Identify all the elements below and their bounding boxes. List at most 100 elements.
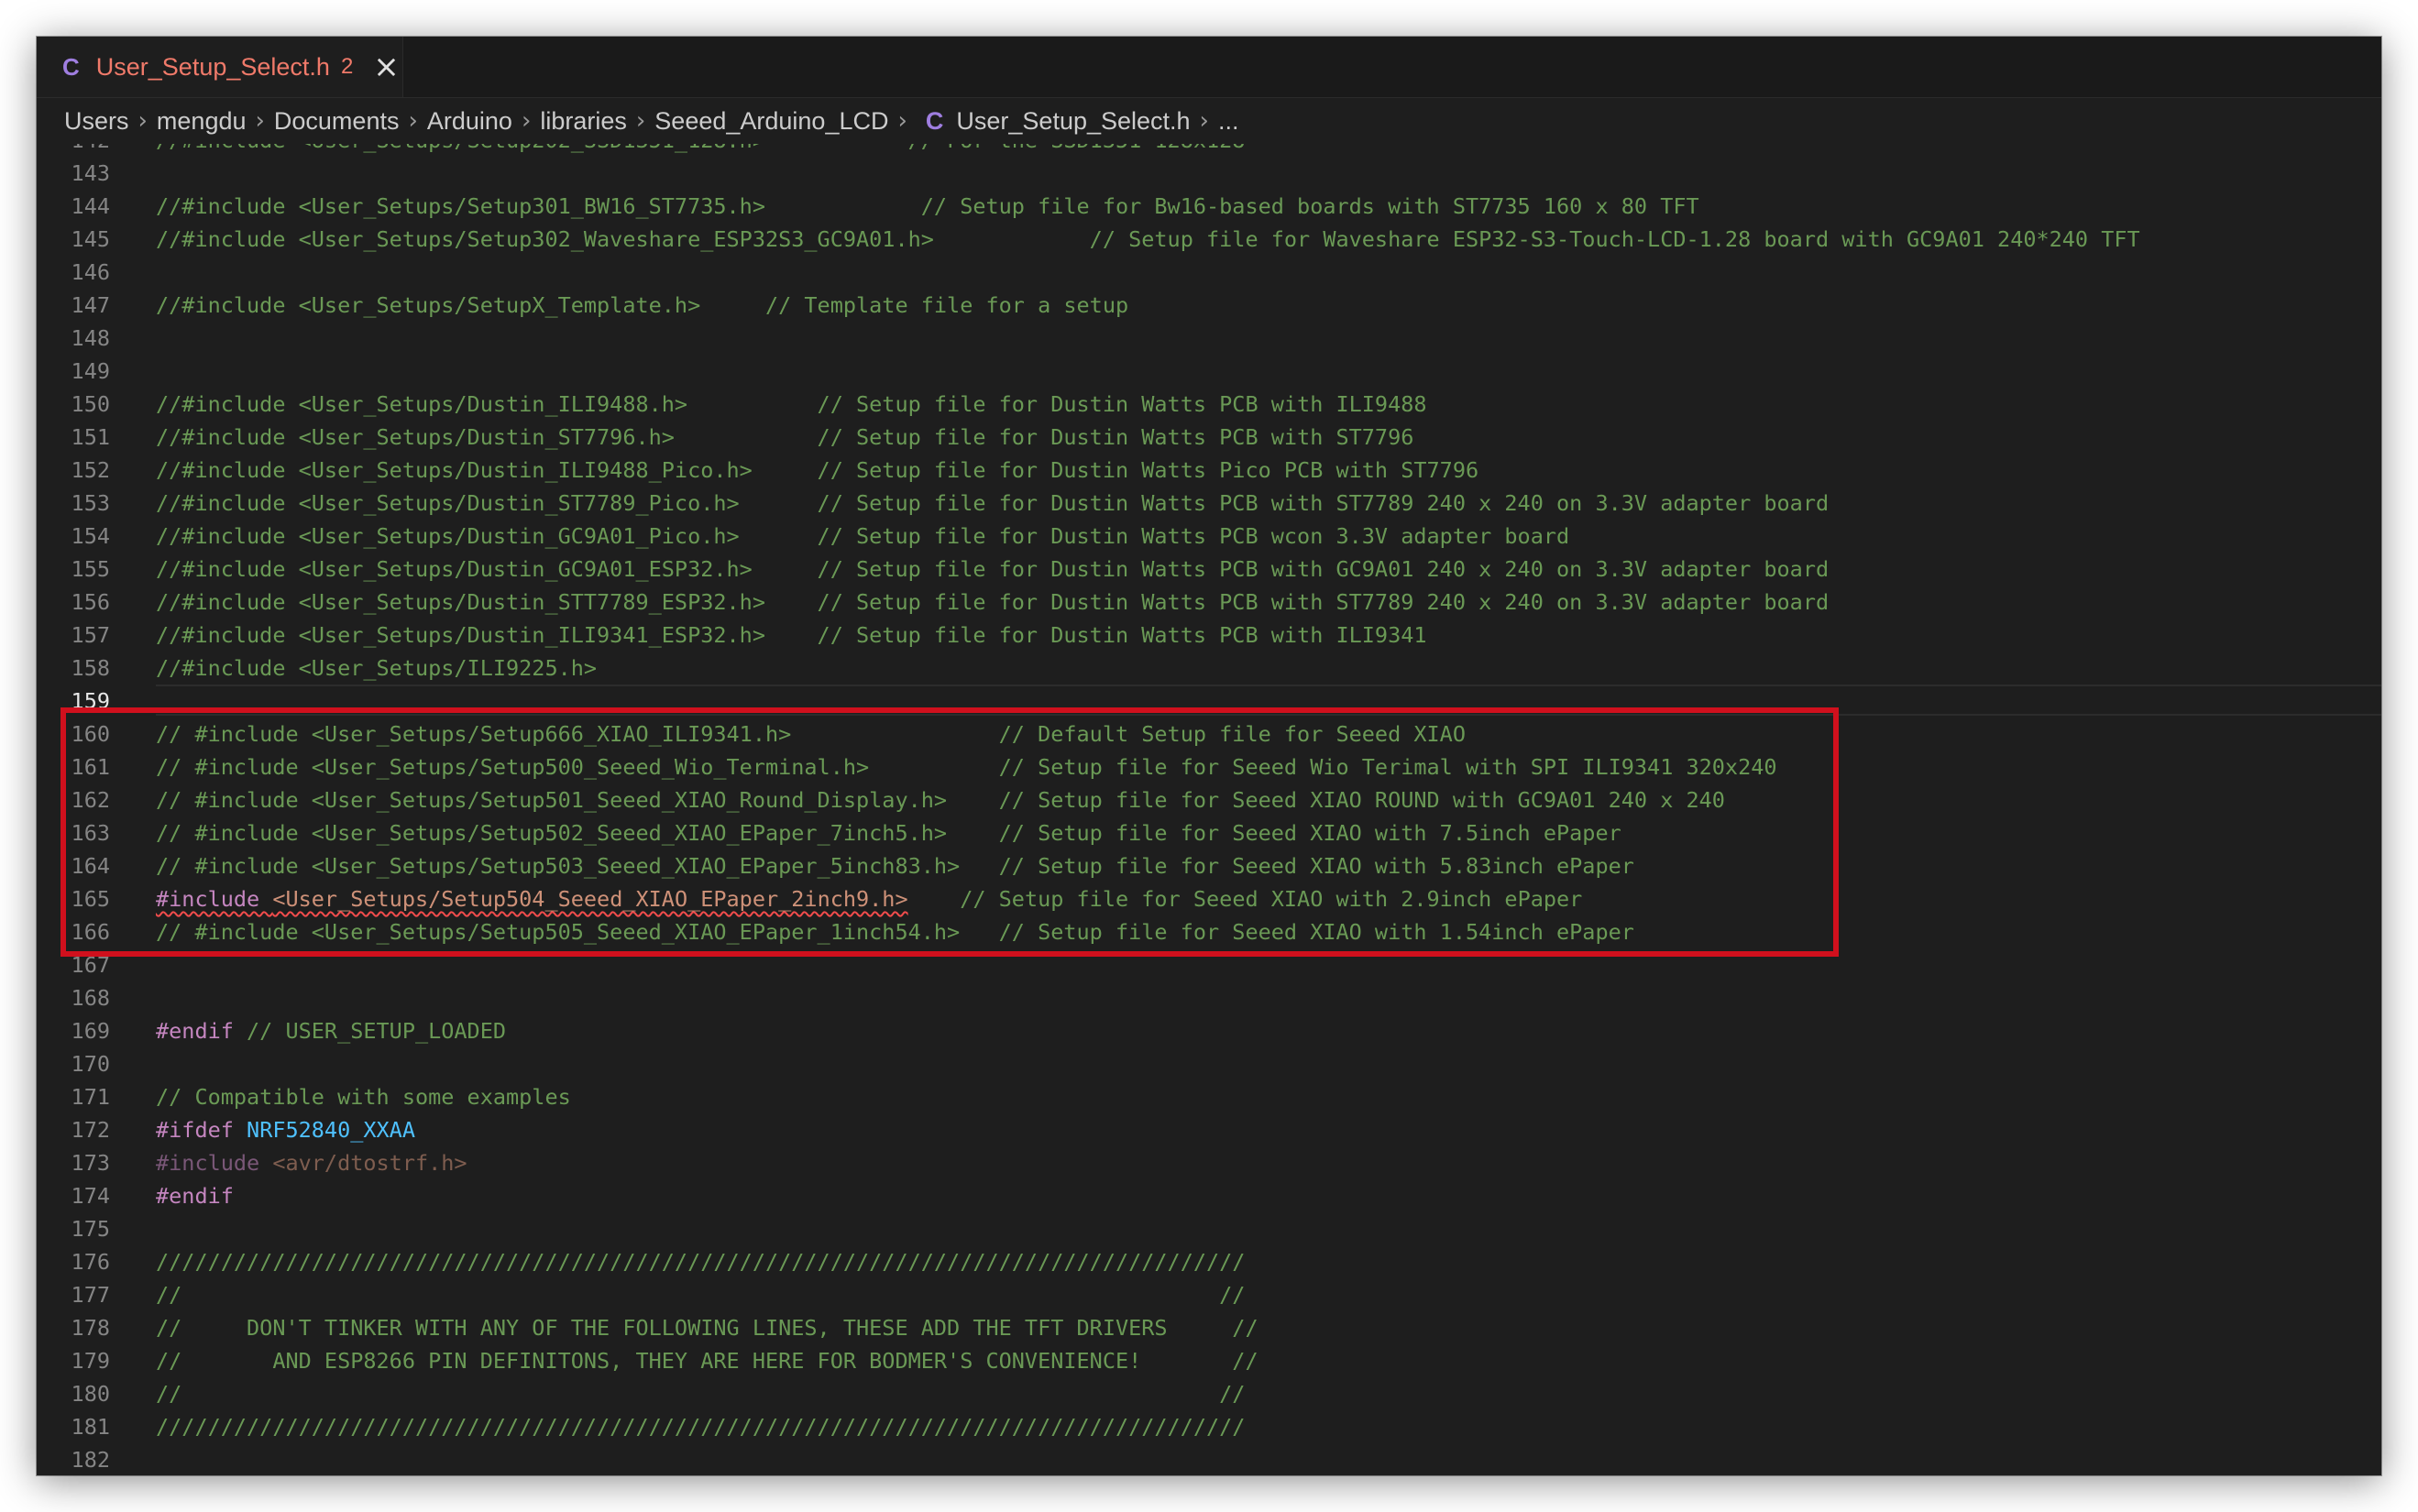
code-text[interactable]: // #include <User_Setups/Setup666_XIAO_I… <box>156 718 1466 751</box>
code-text[interactable]: //#include <User_Setups/ILI9225.h> <box>156 652 597 685</box>
code-text[interactable]: // #include <User_Setups/Setup501_Seeed_… <box>156 783 1725 816</box>
code-token: #include <box>156 1150 273 1176</box>
editor-window: C User_Setup_Select.h 2 × Users › mengdu… <box>37 37 2381 1475</box>
breadcrumb-item-file[interactable]: User_Setup_Select.h <box>956 107 1190 136</box>
code-text[interactable]: // #include <User_Setups/Setup502_Seeed_… <box>156 816 1621 849</box>
code-line[interactable]: 181 /////////////////////////////////////… <box>37 1410 2381 1443</box>
breadcrumb-item-libraries[interactable]: libraries <box>540 107 627 136</box>
line-number: 177 <box>71 1282 110 1308</box>
code-line[interactable]: 161 // #include <User_Setups/Setup500_See… <box>37 751 2381 783</box>
code-line[interactable]: 158 //#include <User_Setups/ILI9225.h> <box>37 652 2381 685</box>
code-text[interactable]: #endif // USER_SETUP_LOADED <box>156 1014 506 1047</box>
code-text[interactable]: //#include <User_Setups/Dustin_ILI9488_P… <box>156 454 1478 487</box>
code-text[interactable]: // #include <User_Setups/Setup500_Seeed_… <box>156 751 1777 783</box>
code-text[interactable]: //#include <User_Setups/Dustin_STT7789_E… <box>156 586 1829 619</box>
code-line[interactable]: 180 // // <box>37 1377 2381 1410</box>
code-text[interactable]: //#include <User_Setups/Dustin_GC9A01_ES… <box>156 553 1829 586</box>
code-line[interactable]: 149 <box>37 355 2381 388</box>
code-line[interactable]: 175 <box>37 1212 2381 1245</box>
code-text[interactable]: #include <User_Setups/Setup504_Seeed_XIA… <box>156 882 1582 915</box>
code-line[interactable]: 144 //#include <User_Setups/Setup301_BW16… <box>37 190 2381 223</box>
breadcrumb-item-arduino[interactable]: Arduino <box>427 107 512 136</box>
code-line[interactable]: 154 //#include <User_Setups/Dustin_GC9A01… <box>37 520 2381 553</box>
code-line[interactable]: 151 //#include <User_Setups/Dustin_ST7796… <box>37 421 2381 454</box>
breadcrumb: Users › mengdu › Documents › Arduino › l… <box>37 98 2381 144</box>
tab-user-setup-select[interactable]: C User_Setup_Select.h 2 × <box>37 37 403 97</box>
code-line[interactable]: 147 //#include <User_Setups/SetupX_Templa… <box>37 289 2381 322</box>
code-line[interactable]: 157 //#include <User_Setups/Dustin_ILI934… <box>37 619 2381 652</box>
code-text[interactable]: // DON'T TINKER WITH ANY OF THE FOLLOWIN… <box>156 1311 1258 1344</box>
code-text[interactable]: // // <box>156 1377 1245 1410</box>
code-line[interactable]: 169 #endif // USER_SETUP_LOADED <box>37 1014 2381 1047</box>
code-text[interactable]: //#include <User_Setups/Dustin_ST7789_Pi… <box>156 487 1829 520</box>
line-number: 162 <box>71 787 110 813</box>
code-text[interactable]: //#include <User_Setups/Dustin_ILI9488.h… <box>156 388 1427 421</box>
code-text[interactable]: //#include <User_Setups/Setup302_Wavesha… <box>156 223 2140 256</box>
code-line[interactable]: 174 #endif <box>37 1179 2381 1212</box>
code-line[interactable]: 142 //#include <User_Setups/Setup202_SSD1… <box>37 144 2381 157</box>
code-line[interactable]: 159 <box>37 685 2381 718</box>
code-line[interactable]: 143 <box>37 157 2381 190</box>
line-number: 172 <box>71 1117 110 1143</box>
code-text[interactable]: // Compatible with some examples <box>156 1080 571 1113</box>
code-text[interactable]: //#include <User_Setups/Setup301_BW16_ST… <box>156 190 1699 223</box>
code-line[interactable]: 145 //#include <User_Setups/Setup302_Wave… <box>37 223 2381 256</box>
code-line[interactable]: 177 // // <box>37 1278 2381 1311</box>
code-token: // #include <User_Setups/Setup666_XIAO_I… <box>156 721 1466 747</box>
line-number: 164 <box>71 853 110 879</box>
line-number: 155 <box>71 556 110 582</box>
breadcrumb-item-seeed-arduino-lcd[interactable]: Seeed_Arduino_LCD <box>654 107 888 136</box>
code-line[interactable]: 173 #include <avr/dtostrf.h> <box>37 1146 2381 1179</box>
code-text[interactable]: //#include <User_Setups/Dustin_ILI9341_E… <box>156 619 1427 652</box>
code-line[interactable]: 146 <box>37 256 2381 289</box>
breadcrumb-item-mengdu[interactable]: mengdu <box>157 107 247 136</box>
close-icon[interactable]: × <box>373 51 400 82</box>
code-text[interactable]: //#include <User_Setups/Dustin_ST7796.h>… <box>156 421 1413 454</box>
line-number: 167 <box>71 952 110 978</box>
code-text[interactable]: //#include <User_Setups/SetupX_Template.… <box>156 289 1128 322</box>
code-line[interactable]: 163 // #include <User_Setups/Setup502_See… <box>37 816 2381 849</box>
breadcrumb-item-documents[interactable]: Documents <box>274 107 400 136</box>
code-text[interactable]: // // <box>156 1278 1245 1311</box>
code-text[interactable]: #endif <box>156 1179 234 1212</box>
code-text[interactable]: ////////////////////////////////////////… <box>156 1245 1245 1278</box>
line-number: 146 <box>71 259 110 285</box>
code-line[interactable]: 156 //#include <User_Setups/Dustin_STT778… <box>37 586 2381 619</box>
code-line[interactable]: 168 <box>37 981 2381 1014</box>
line-number: 166 <box>71 919 110 945</box>
code-line[interactable]: 182 <box>37 1443 2381 1475</box>
breadcrumb-item-symbols[interactable]: ... <box>1218 107 1239 136</box>
code-text[interactable]: // #include <User_Setups/Setup505_Seeed_… <box>156 915 1634 948</box>
code-text[interactable]: #include <avr/dtostrf.h> <box>156 1146 467 1179</box>
code-text[interactable]: ////////////////////////////////////////… <box>156 1410 1245 1443</box>
code-line[interactable]: 153 //#include <User_Setups/Dustin_ST7789… <box>37 487 2381 520</box>
code-line[interactable]: 178 // DON'T TINKER WITH ANY OF THE FOLLO… <box>37 1311 2381 1344</box>
code-line[interactable]: 176 /////////////////////////////////////… <box>37 1245 2381 1278</box>
code-editor[interactable]: 142 //#include <User_Setups/Setup202_SSD1… <box>37 144 2381 1475</box>
code-text[interactable]: #ifdef NRF52840_XXAA <box>156 1113 415 1146</box>
code-line[interactable]: 155 //#include <User_Setups/Dustin_GC9A01… <box>37 553 2381 586</box>
chevron-right-icon: › <box>408 107 418 135</box>
code-line[interactable]: 172 #ifdef NRF52840_XXAA <box>37 1113 2381 1146</box>
code-token: // // <box>156 1381 1246 1407</box>
line-number: 179 <box>71 1348 110 1374</box>
code-text[interactable]: //#include <User_Setups/Setup202_SSD1351… <box>156 144 1245 157</box>
code-text[interactable]: // AND ESP8266 PIN DEFINITONS, THEY ARE … <box>156 1344 1258 1377</box>
code-token: // #include <User_Setups/Setup501_Seeed_… <box>156 787 1725 813</box>
code-line[interactable]: 148 <box>37 322 2381 355</box>
code-text[interactable]: // #include <User_Setups/Setup503_Seeed_… <box>156 849 1634 882</box>
code-line[interactable]: 171 // Compatible with some examples <box>37 1080 2381 1113</box>
code-text[interactable]: //#include <User_Setups/Dustin_GC9A01_Pi… <box>156 520 1569 553</box>
code-line[interactable]: 165 #include <User_Setups/Setup504_Seeed_… <box>37 882 2381 915</box>
code-line[interactable]: 167 <box>37 948 2381 981</box>
code-line[interactable]: 150 //#include <User_Setups/Dustin_ILI948… <box>37 388 2381 421</box>
breadcrumb-item-users[interactable]: Users <box>64 107 129 136</box>
code-line[interactable]: 152 //#include <User_Setups/Dustin_ILI948… <box>37 454 2381 487</box>
code-line[interactable]: 160 // #include <User_Setups/Setup666_XIA… <box>37 718 2381 751</box>
code-line[interactable]: 162 // #include <User_Setups/Setup501_See… <box>37 783 2381 816</box>
code-line[interactable]: 170 <box>37 1047 2381 1080</box>
code-token: //#include <User_Setups/Setup301_BW16_ST… <box>156 193 1699 219</box>
code-line[interactable]: 164 // #include <User_Setups/Setup503_See… <box>37 849 2381 882</box>
code-line[interactable]: 179 // AND ESP8266 PIN DEFINITONS, THEY A… <box>37 1344 2381 1377</box>
code-line[interactable]: 166 // #include <User_Setups/Setup505_See… <box>37 915 2381 948</box>
